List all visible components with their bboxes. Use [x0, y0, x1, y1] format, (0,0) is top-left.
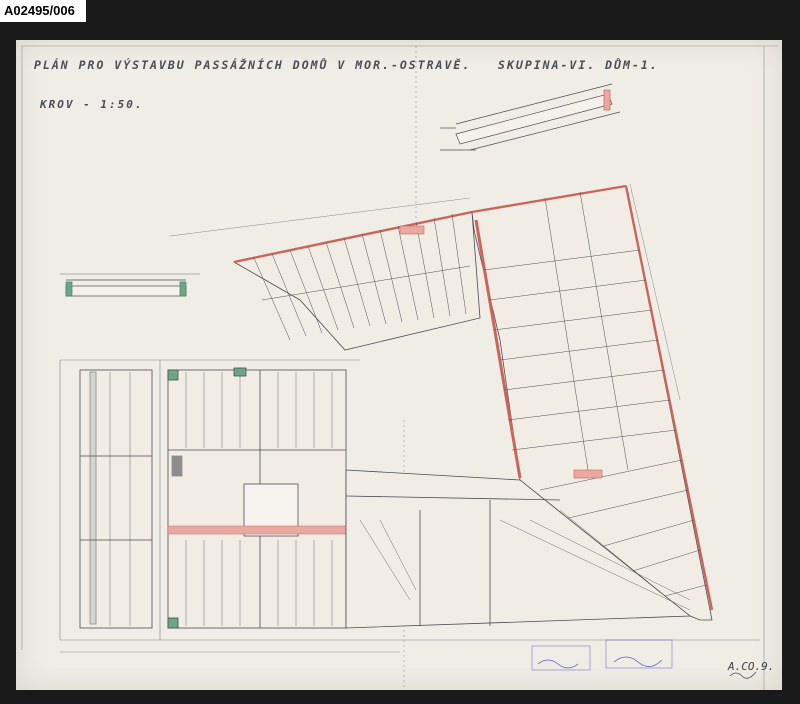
sheet-code: A.CO.9.	[728, 660, 775, 673]
approval-stamp-right	[605, 639, 673, 669]
group-label: SKUPINA-VI. DŮM-1.	[498, 58, 659, 72]
drawing-title: PLÁN PRO VÝSTAVBU PASSÁŽNÍCH DOMŮ V MOR.…	[34, 58, 659, 72]
section-detail-left	[60, 273, 200, 297]
building-left	[59, 360, 161, 640]
approval-stamp-left	[531, 645, 591, 671]
section-detail-top	[440, 83, 621, 151]
building-center	[167, 367, 347, 629]
drawing-subtitle: KROV - 1:50.	[40, 98, 144, 111]
roof-wing-upper	[232, 210, 481, 351]
